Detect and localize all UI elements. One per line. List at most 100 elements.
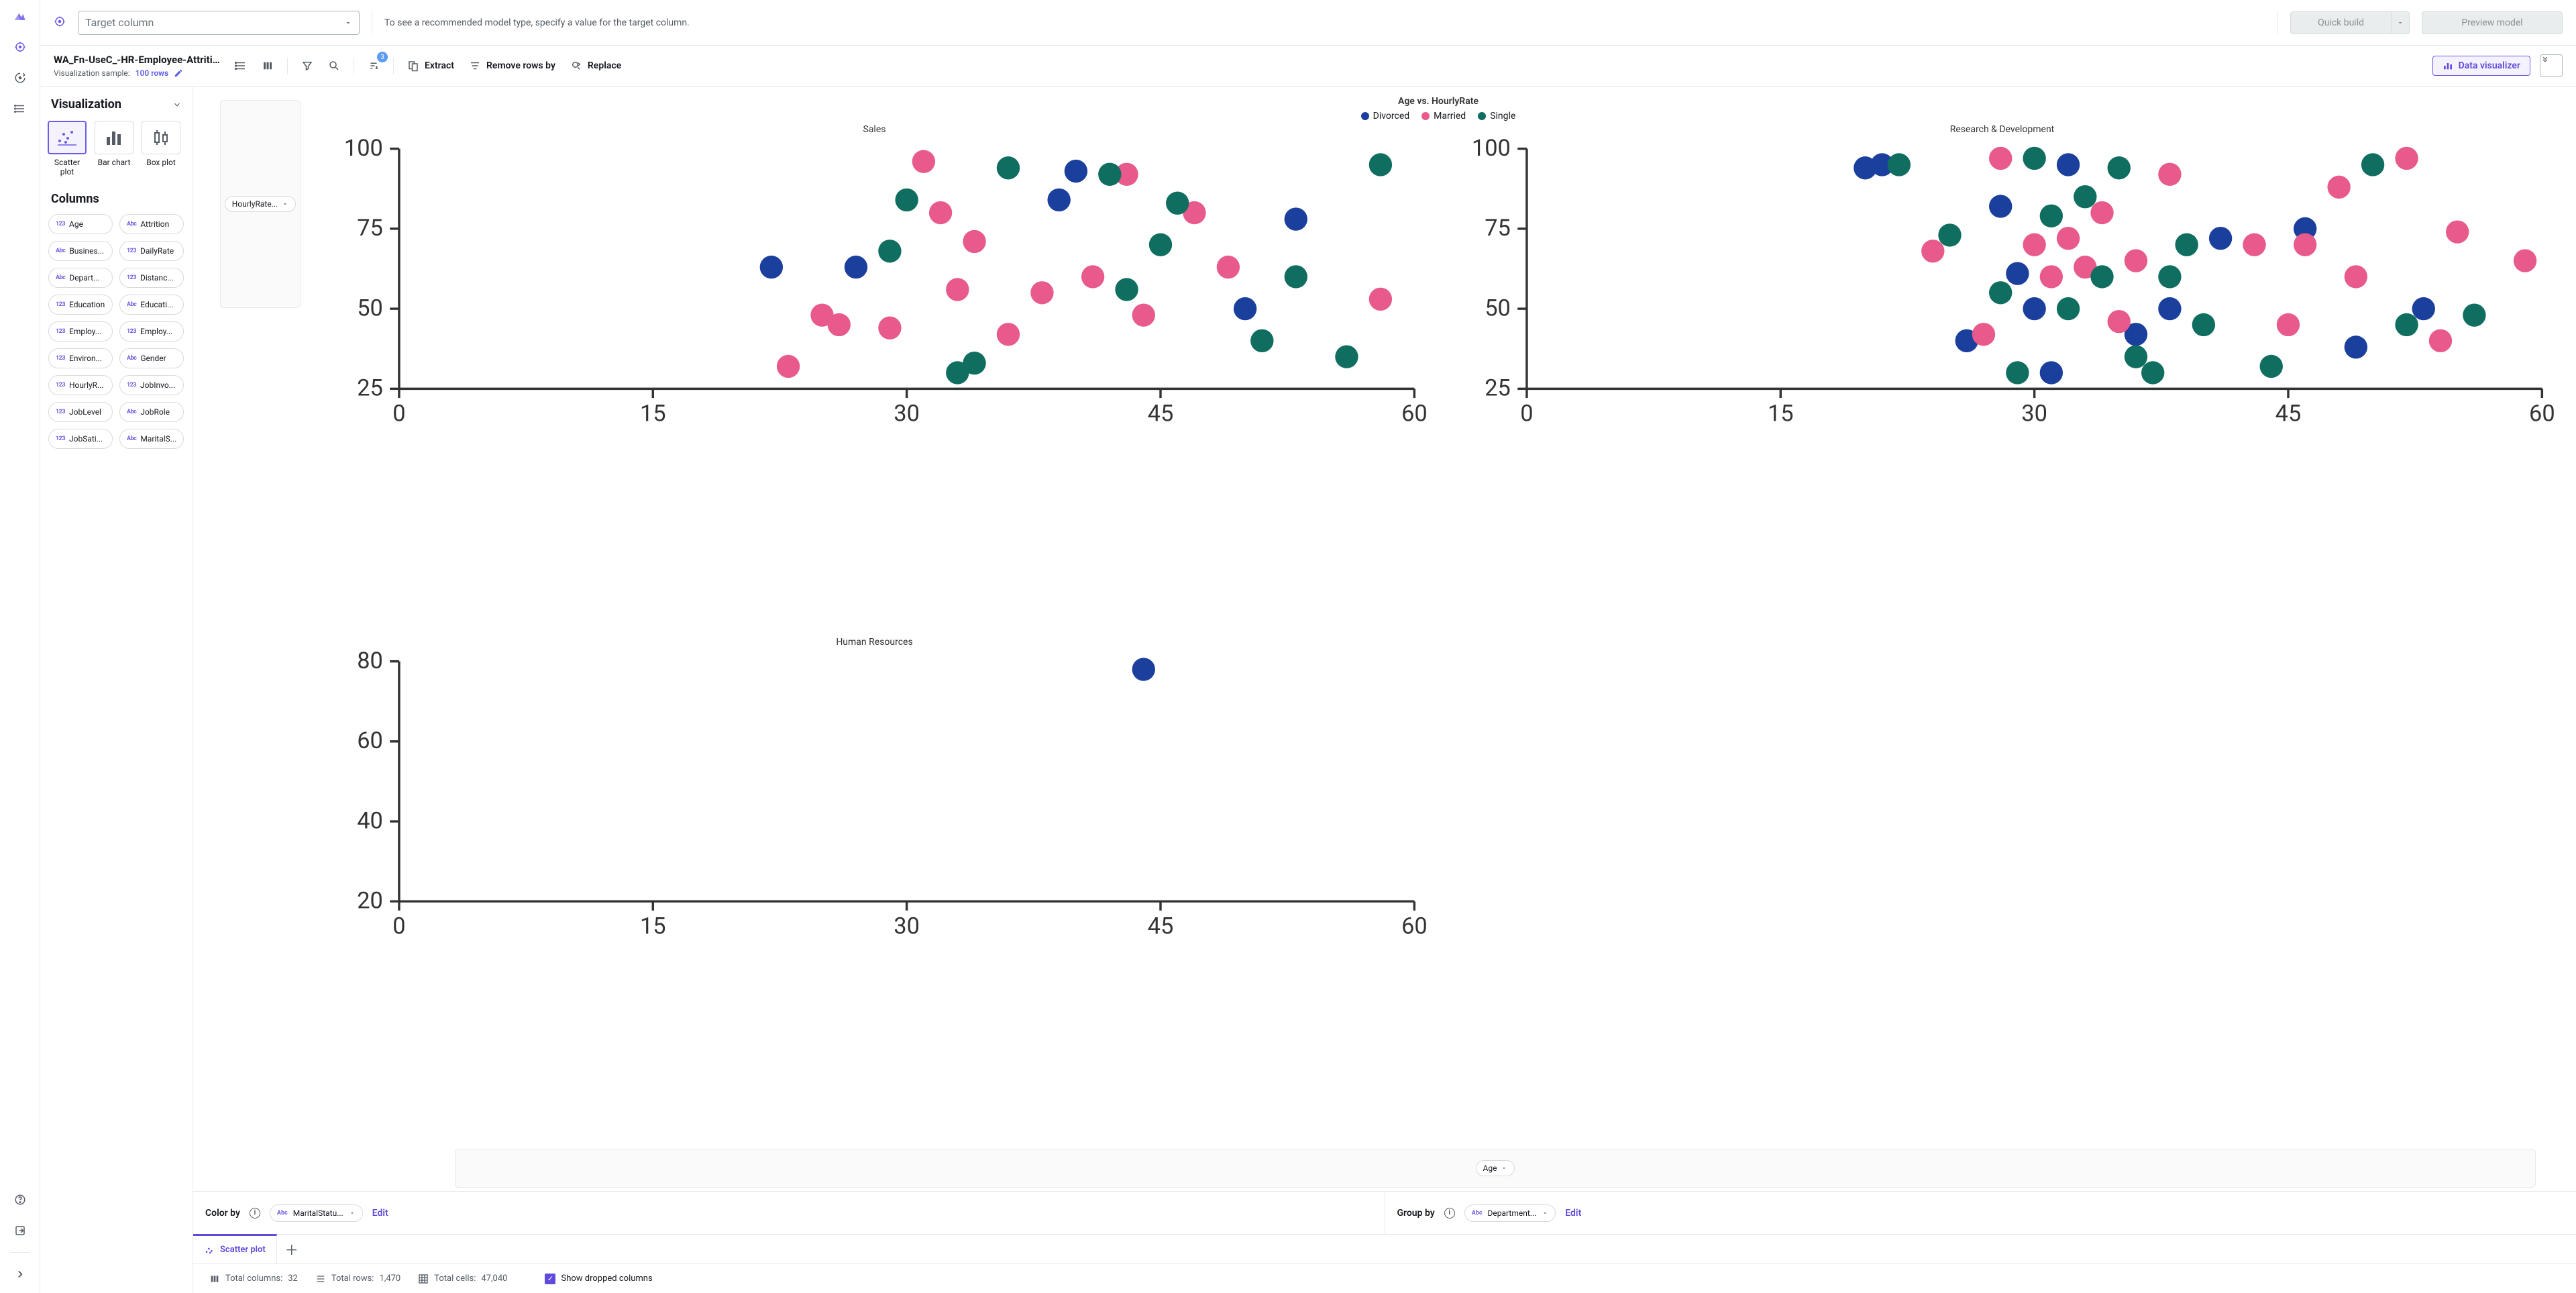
column-pill[interactable]: 123DailyRate: [119, 241, 184, 261]
app-logo-icon[interactable]: [11, 7, 30, 25]
tab-scatter-plot[interactable]: Scatter plot: [193, 1234, 277, 1263]
main-area: Target column To see a recommended model…: [40, 0, 2576, 1293]
chart-controls: Color by i Abc MaritalStatu... Edit Grou…: [193, 1191, 2576, 1234]
svg-text:40: 40: [357, 807, 383, 834]
chevron-down-icon[interactable]: [172, 100, 182, 109]
column-pill[interactable]: AbcJobRole: [119, 402, 184, 422]
column-pill[interactable]: 123HourlyR...: [48, 375, 113, 395]
checkbox-icon[interactable]: ✓: [545, 1274, 555, 1284]
columns-view-icon[interactable]: [258, 56, 278, 76]
target-column-placeholder: Target column: [85, 16, 154, 29]
column-pill[interactable]: AbcGender: [119, 348, 184, 368]
viz-type-list: Scatter plotBar chartBox plot: [47, 118, 186, 185]
expand-icon[interactable]: [11, 1265, 30, 1284]
data-visualizer-button[interactable]: Data visualizer: [2432, 56, 2530, 76]
rows-view-icon[interactable]: [231, 56, 251, 76]
color-by-edit[interactable]: Edit: [372, 1208, 388, 1219]
svg-text:15: 15: [640, 913, 666, 939]
svg-text:20: 20: [357, 887, 383, 914]
edit-sample-icon[interactable]: [174, 68, 183, 78]
svg-text:30: 30: [2021, 401, 2047, 427]
x-axis-pill[interactable]: Age: [1476, 1160, 1515, 1176]
column-pill[interactable]: 123JobInvo...: [119, 375, 184, 395]
column-pill[interactable]: 123JobSati...: [48, 429, 113, 449]
group-by-label: Group by: [1397, 1208, 1435, 1219]
column-pill[interactable]: AbcMaritalS...: [119, 429, 184, 449]
column-pill[interactable]: 123Age: [48, 214, 113, 234]
svg-text:25: 25: [357, 375, 383, 402]
remove-rows-button[interactable]: Remove rows by: [465, 57, 559, 74]
viz-type-box-plot[interactable]: Box plot: [141, 121, 181, 177]
svg-text:60: 60: [1401, 913, 1428, 939]
svg-text:50: 50: [357, 295, 383, 321]
total-columns: Total columns: 32: [209, 1274, 298, 1284]
target-column-select[interactable]: Target column: [78, 11, 360, 35]
show-dropped-toggle[interactable]: ✓ Show dropped columns: [545, 1274, 652, 1284]
column-pill[interactable]: 123Education: [48, 295, 113, 315]
preview-model-button: Preview model: [2422, 11, 2563, 34]
column-pill[interactable]: 123Distanc...: [119, 268, 184, 288]
target-icon[interactable]: [11, 38, 30, 56]
y-axis-dropzone[interactable]: HourlyRate...: [220, 100, 301, 308]
tab-bar: Scatter plot ＋: [193, 1234, 2576, 1263]
columns-heading: Columns: [47, 185, 186, 211]
svg-text:50: 50: [1485, 295, 1511, 321]
info-icon[interactable]: i: [250, 1208, 260, 1219]
chart-facets: Sales255075100015304560Research & Develo…: [321, 124, 2556, 1146]
quick-build-button: Quick build: [2290, 11, 2410, 34]
group-by-select[interactable]: Abc Department...: [1464, 1204, 1556, 1222]
autopilot-icon[interactable]: [11, 68, 30, 87]
target-column-icon: [54, 15, 66, 30]
filter-icon[interactable]: [297, 56, 317, 76]
column-pill[interactable]: 123JobLevel: [48, 402, 113, 422]
info-icon[interactable]: i: [1444, 1208, 1455, 1219]
columns-icon: [209, 1274, 220, 1284]
svg-text:60: 60: [2529, 401, 2555, 427]
y-axis-pill[interactable]: HourlyRate...: [225, 196, 296, 212]
svg-text:30: 30: [894, 401, 920, 427]
column-pill[interactable]: 123Employ...: [119, 321, 184, 342]
legend-item[interactable]: Married: [1421, 111, 1466, 121]
svg-text:0: 0: [1520, 401, 1533, 427]
svg-text:60: 60: [357, 727, 383, 754]
svg-text:30: 30: [894, 913, 920, 939]
extract-button[interactable]: Extract: [403, 57, 458, 74]
visualization-heading: Visualization: [47, 95, 186, 118]
facet: Research & Development255075100015304560: [1448, 124, 2556, 634]
legend-item[interactable]: Single: [1478, 111, 1515, 121]
total-cells: Total cells: 47,040: [418, 1274, 507, 1284]
search-icon[interactable]: [324, 56, 344, 76]
x-axis-dropzone[interactable]: Age: [455, 1149, 2536, 1188]
column-pill[interactable]: AbcDepart...: [48, 268, 113, 288]
color-by-label: Color by: [205, 1208, 240, 1219]
total-rows: Total rows: 1,470: [315, 1274, 400, 1284]
viz-type-scatter-plot[interactable]: Scatter plot: [47, 121, 87, 177]
color-by-select[interactable]: Abc MaritalStatu...: [270, 1204, 363, 1222]
column-pill[interactable]: 123Environ...: [48, 348, 113, 368]
group-by-edit[interactable]: Edit: [1565, 1208, 1581, 1219]
svg-text:100: 100: [1472, 135, 1511, 162]
legend-item[interactable]: Divorced: [1361, 111, 1410, 121]
chart-center: HourlyRate... Age vs. HourlyRate Divorce…: [193, 87, 2576, 1293]
list-icon[interactable]: [11, 99, 30, 118]
svg-text:45: 45: [1148, 401, 1174, 427]
chart-title: Age vs. HourlyRate: [321, 96, 2556, 107]
export-icon[interactable]: [11, 1221, 30, 1240]
column-pill[interactable]: AbcBusines...: [48, 241, 113, 261]
column-pill[interactable]: AbcAttrition: [119, 214, 184, 234]
expand-panel-icon[interactable]: [2540, 54, 2563, 77]
group-by-control: Group by i Abc Department... Edit: [1385, 1192, 2576, 1234]
column-pill[interactable]: AbcEducati...: [119, 295, 184, 315]
sort-icon[interactable]: 3: [364, 56, 384, 76]
svg-text:100: 100: [344, 135, 383, 162]
left-nav: [0, 0, 40, 1293]
help-icon[interactable]: [11, 1190, 30, 1209]
column-pill[interactable]: 123Employ...: [48, 321, 113, 342]
replace-button[interactable]: Replace: [566, 57, 625, 74]
chart-inner: Age vs. HourlyRate Divorced Married Single…: [301, 87, 2576, 1191]
sample-label: Visualization sample:: [54, 68, 130, 78]
sample-value-link[interactable]: 100 rows: [136, 68, 169, 78]
add-tab-button[interactable]: ＋: [277, 1235, 307, 1263]
svg-text:0: 0: [392, 401, 405, 427]
viz-type-bar-chart[interactable]: Bar chart: [94, 121, 134, 177]
